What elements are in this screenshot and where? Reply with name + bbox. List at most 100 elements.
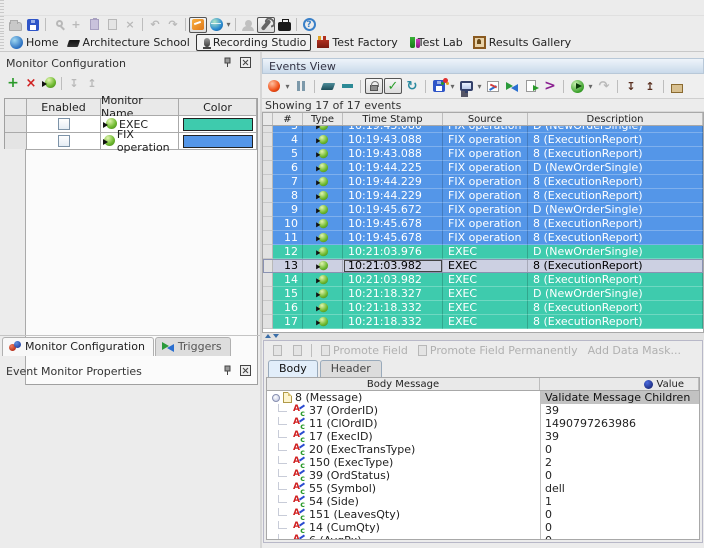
column-header-color[interactable]: Color [179, 99, 257, 116]
event-row[interactable]: 12 10:21:03.976 EXEC D (NewOrderSingle) [263, 245, 703, 259]
add-icon[interactable]: + [67, 17, 85, 33]
monitor-row[interactable]: FIX operation [5, 133, 257, 150]
tree-row[interactable]: 37 (OrderID) 39 [267, 404, 699, 417]
tree-row[interactable]: 39 (OrdStatus) 0 [267, 469, 699, 482]
perspective-tab[interactable]: Test Lab [404, 35, 467, 50]
save-dropdown-icon[interactable]: ▾ [449, 82, 456, 91]
record-icon[interactable] [265, 78, 283, 94]
browser-globe-icon[interactable] [207, 17, 225, 33]
close-icon[interactable] [239, 364, 252, 376]
event-row[interactable]: 8 10:19:44.229 FIX operation 8 (Executio… [263, 189, 703, 203]
tree-row[interactable]: 151 (LeavesQty) 0 [267, 508, 699, 521]
architecture-mode-icon[interactable] [189, 17, 207, 33]
enabled-cell[interactable] [27, 133, 101, 150]
event-row[interactable]: 6 10:19:44.225 FIX operation D (NewOrder… [263, 161, 703, 175]
tree-row[interactable]: 17 (ExecID) 39 [267, 430, 699, 443]
lock-icon[interactable] [365, 78, 383, 94]
field-value-cell[interactable]: 39 [540, 430, 699, 443]
color-cell[interactable] [179, 116, 257, 133]
field-value-cell[interactable]: dell [540, 482, 699, 495]
event-row[interactable]: 4 10:19:43.088 FIX operation 8 (Executio… [263, 133, 703, 147]
tree-row[interactable]: 20 (ExecTransType) 0 [267, 443, 699, 456]
event-row[interactable]: 17 10:21:18.332 EXEC 8 (ExecutionReport) [263, 315, 703, 329]
undo-icon[interactable]: ↶ [146, 17, 164, 33]
briefcase-icon[interactable] [275, 17, 293, 33]
chart-icon[interactable] [484, 78, 502, 94]
tree-expander-icon[interactable] [272, 394, 280, 402]
tree-row[interactable]: 11 (ClOrdID) 1490797263986 [267, 417, 699, 430]
field-value-cell[interactable]: 1 [540, 495, 699, 508]
field-value-cell[interactable]: 0 [540, 469, 699, 482]
replay-icon[interactable]: ↻ [403, 78, 421, 94]
field-name-cell[interactable]: 54 (Side) [267, 495, 540, 508]
field-value-cell[interactable]: 39 [540, 404, 699, 417]
tree-row[interactable]: 54 (Side) 1 [267, 495, 699, 508]
run-monitor-icon[interactable] [40, 75, 58, 91]
event-row[interactable]: 10 10:19:45.678 FIX operation 8 (Executi… [263, 217, 703, 231]
add-data-mask-button[interactable]: Add Data Mask... [584, 344, 685, 357]
color-cell[interactable] [179, 133, 257, 150]
event-row[interactable]: 11 10:19:45.678 FIX operation 8 (Executi… [263, 231, 703, 245]
column-header-value[interactable]: Value [540, 378, 699, 390]
tree-row[interactable]: 8 (Message) Validate Message Children [267, 391, 699, 404]
promote-field-permanently-button[interactable]: Promote Field Permanently [414, 344, 582, 357]
field-name-cell[interactable]: 14 (CumQty) [267, 521, 540, 534]
open-icon[interactable] [6, 17, 24, 33]
import-events-icon[interactable]: ↧ [622, 78, 640, 94]
field-name-cell[interactable]: 20 (ExecTransType) [267, 443, 540, 456]
details-tab[interactable]: Body [268, 360, 318, 377]
export-events-icon[interactable]: ↥ [641, 78, 659, 94]
field-value-cell[interactable]: Validate Message Children [540, 391, 699, 404]
menu-item[interactable] [76, 7, 90, 9]
promote-field-button[interactable]: Promote Field [317, 344, 412, 357]
paste-icon[interactable] [85, 17, 103, 33]
field-name-cell[interactable]: 151 (LeavesQty) [267, 508, 540, 521]
splitter-up-icon[interactable] [265, 334, 271, 338]
tree-row[interactable]: 55 (Symbol) dell [267, 482, 699, 495]
column-header-monitor-name[interactable]: Monitor Name [101, 99, 179, 116]
field-name-cell[interactable]: 55 (Symbol) [267, 482, 540, 495]
remove-icon[interactable] [338, 78, 356, 94]
field-name-cell[interactable]: 39 (OrdStatus) [267, 469, 540, 482]
column-header-enabled[interactable]: Enabled [27, 99, 101, 116]
help-icon[interactable]: ? [300, 17, 318, 33]
field-name-cell[interactable]: 8 (Message) [267, 391, 540, 404]
close-icon[interactable] [239, 56, 252, 68]
field-name-cell[interactable]: 11 (ClOrdID) [267, 417, 540, 430]
field-name-cell[interactable]: 150 (ExecType) [267, 456, 540, 469]
event-row[interactable]: 3 10:19:43.080 FIX operation D (NewOrder… [263, 126, 703, 133]
copy-result-icon[interactable] [522, 78, 540, 94]
erase-icon[interactable] [319, 78, 337, 94]
color-swatch[interactable] [183, 118, 253, 131]
record-dropdown-icon[interactable]: ▾ [284, 82, 291, 91]
redo-icon[interactable]: ↷ [164, 17, 182, 33]
delete-monitor-icon[interactable]: × [22, 75, 40, 91]
enabled-checkbox[interactable] [58, 118, 70, 130]
event-row[interactable]: 14 10:21:03.982 EXEC 8 (ExecutionReport) [263, 273, 703, 287]
column-header-type[interactable]: Type [303, 113, 343, 125]
perspective-tab[interactable]: Test Factory [313, 35, 401, 50]
perspective-tab[interactable]: Recording Studio [196, 34, 312, 51]
enabled-cell[interactable] [27, 116, 101, 133]
display-dropdown-icon[interactable]: ▾ [476, 82, 483, 91]
field-value-cell[interactable]: 1490797263986 [540, 417, 699, 430]
column-header-timestamp[interactable]: Time Stamp [343, 113, 443, 125]
accept-icon[interactable]: ✓ [384, 78, 402, 94]
perspective-tab[interactable]: Results Gallery [469, 35, 575, 50]
enabled-checkbox[interactable] [58, 135, 70, 147]
panel-tab[interactable]: Monitor Configuration [2, 337, 154, 356]
menu-item[interactable] [62, 7, 76, 9]
field-name-cell[interactable]: 37 (OrderID) [267, 404, 540, 417]
splitter-down-icon[interactable] [273, 334, 279, 338]
horizontal-splitter[interactable] [262, 333, 704, 340]
play-dropdown-icon[interactable]: ▾ [587, 82, 594, 91]
panel-tab[interactable]: Triggers [155, 337, 231, 356]
tree-row[interactable]: 6 (AvgPx) 0 [267, 534, 699, 540]
field-value-cell[interactable]: 0 [540, 534, 699, 540]
globe-dropdown-icon[interactable]: ▾ [225, 20, 232, 29]
add-monitor-icon[interactable]: + [4, 75, 22, 91]
menu-item[interactable] [34, 7, 48, 9]
menu-item[interactable] [6, 7, 20, 9]
pin-icon[interactable] [221, 56, 234, 68]
event-row[interactable]: 16 10:21:18.332 EXEC 8 (ExecutionReport) [263, 301, 703, 315]
